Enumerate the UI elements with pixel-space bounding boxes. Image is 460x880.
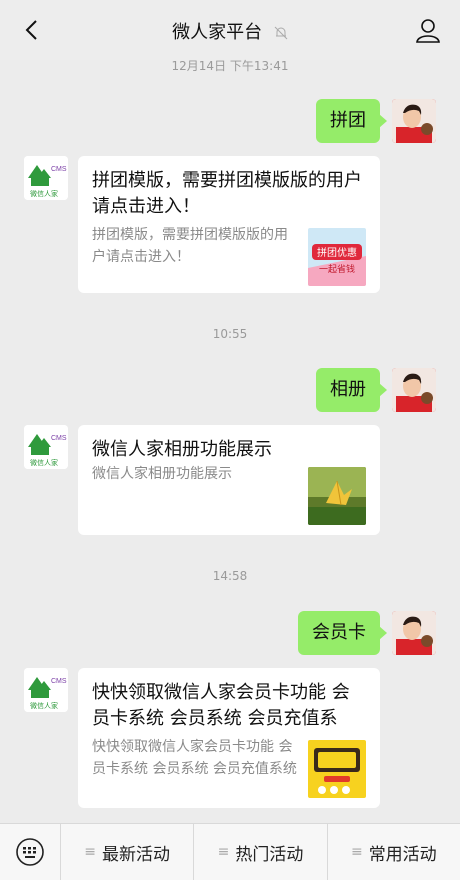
bot-logo-cms: CMS <box>51 435 67 442</box>
user-avatar-image <box>392 368 436 412</box>
bot-logo-cms: CMS <box>51 166 67 173</box>
bot-logo-icon: CMS 微信人家 <box>24 425 68 469</box>
card-thumbnail <box>308 740 366 798</box>
menu-item-label: 常用活动 <box>368 844 437 865</box>
profile-button[interactable] <box>414 16 442 44</box>
sent-message[interactable]: 会员卡 <box>298 611 387 655</box>
bot-logo-name: 微信人家 <box>30 458 58 467</box>
profile-icon <box>416 19 440 43</box>
menu-item-hot[interactable]: ≡ 热门活动 <box>193 823 326 880</box>
chat-title-wrap: 微人家平台 <box>0 18 460 44</box>
menu-lines-icon: ≡ <box>350 844 363 860</box>
user-avatar[interactable] <box>392 99 436 143</box>
menu-lines-icon: ≡ <box>84 844 97 860</box>
menu-item-latest[interactable]: ≡ 最新活动 <box>60 823 193 880</box>
article-card[interactable]: 拼团模版，需要拼团模版版的用户请点击进入！ 拼团模版，需要拼团模版版的用户请点击… <box>78 156 380 293</box>
timestamp: 10:55 <box>212 327 248 341</box>
bot-logo-icon: CMS 微信人家 <box>24 156 68 200</box>
menu-lines-icon: ≡ <box>217 844 230 860</box>
article-card[interactable]: 微信人家相册功能展示 微信人家相册功能展示 <box>78 425 380 535</box>
user-avatar[interactable] <box>392 368 436 412</box>
bot-avatar[interactable]: CMS 微信人家 <box>24 668 68 712</box>
chat-header: 微人家平台 <box>0 0 460 60</box>
card-body: 微信人家相册功能展示 <box>92 463 366 525</box>
menu-item-label: 最新活动 <box>102 844 171 865</box>
menu-item-label: 热门活动 <box>235 844 304 865</box>
card-thumbnail <box>308 467 366 525</box>
card-description: 拼团模版，需要拼团模版版的用户请点击进入！ <box>92 227 288 265</box>
bot-avatar[interactable]: CMS 微信人家 <box>24 425 68 469</box>
card-title: 快快领取微信人家会员卡功能 会员卡系统 会员系统 会员充值系 <box>92 682 350 729</box>
card-body: 拼团模版，需要拼团模版版的用户请点击进入！ 拼团优惠 一起省钱 <box>92 224 366 286</box>
bot-logo-cms: CMS <box>51 678 67 685</box>
card-thumbnail: 拼团优惠 一起省钱 <box>308 228 366 286</box>
card-title: 拼团模版，需要拼团模版版的用户请点击进入！ <box>92 170 362 217</box>
user-avatar[interactable] <box>392 611 436 655</box>
mute-bell-icon <box>274 26 288 40</box>
timestamp: 14:58 <box>212 569 248 583</box>
card-description: 微信人家相册功能展示 <box>92 466 232 482</box>
keyboard-toggle-button[interactable] <box>0 824 60 880</box>
bot-logo-icon: CMS 微信人家 <box>24 668 68 712</box>
user-avatar-image <box>392 99 436 143</box>
keyboard-icon <box>16 838 44 866</box>
menu-item-common[interactable]: ≡ 常用活动 <box>326 823 460 880</box>
bot-avatar[interactable]: CMS 微信人家 <box>24 156 68 200</box>
sent-message[interactable]: 相册 <box>316 368 387 412</box>
bottom-menu: ≡ 最新活动 ≡ 热门活动 ≡ 常用活动 <box>0 823 460 880</box>
user-avatar-image <box>392 611 436 655</box>
bot-logo-name: 微信人家 <box>30 189 58 198</box>
article-card[interactable]: 快快领取微信人家会员卡功能 会员卡系统 会员系统 会员充值系 快快领取微信人家会… <box>78 668 380 808</box>
thumb-subtitle: 一起省钱 <box>319 263 355 274</box>
chat-title: 微人家平台 <box>172 22 263 43</box>
thumb-title: 拼团优惠 <box>317 246 357 259</box>
bot-logo-name: 微信人家 <box>30 701 58 710</box>
card-description: 快快领取微信人家会员卡功能 会员卡系统 会员系统 会员充值系统 <box>92 739 297 777</box>
card-title: 微信人家相册功能展示 <box>92 439 272 460</box>
card-body: 快快领取微信人家会员卡功能 会员卡系统 会员系统 会员充值系统 <box>92 736 366 798</box>
sent-message[interactable]: 拼团 <box>316 99 387 143</box>
timestamp: 12月14日 下午13:41 <box>171 59 289 73</box>
